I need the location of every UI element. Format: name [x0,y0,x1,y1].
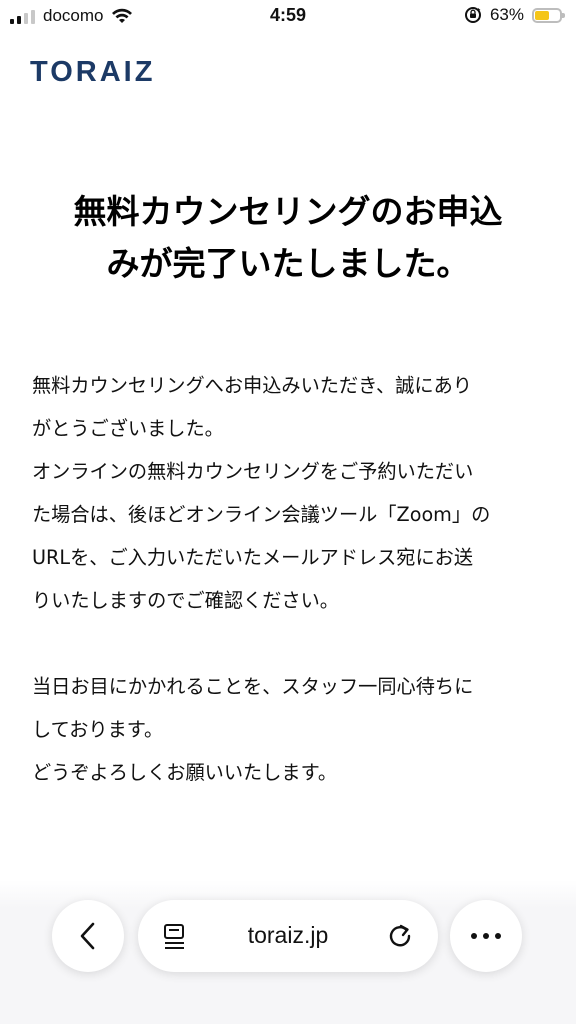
message-line: がとうございました。 [32,417,224,440]
message-line: りいたしますのでご確認ください。 [32,589,339,612]
message-line: 無料カウンセリングへお申込みいただき、誠にあり [32,374,472,397]
message-line: オンラインの無料カウンセリングをご予約いただい [32,460,474,483]
more-button[interactable] [450,900,522,972]
battery-fill [535,10,549,20]
page-title-line-2: みが完了いたしました。 [106,244,470,283]
more-icon [471,933,501,939]
back-button[interactable] [52,900,124,972]
battery-icon [532,7,565,23]
battery-percent: 63% [489,5,524,24]
message-line: どうぞよろしくお願いいたします。 [32,761,338,784]
message-body: 無料カウンセリングへお申込みいただき、誠にあり がとうございました。 オンライン… [32,364,540,794]
message-line: URLを、ご入力いただいたメールアドレス宛にお送 [32,546,474,569]
page-title: 無料カウンセリングのお申込 みが完了いたしました。 [30,186,546,290]
page-title-line-1: 無料カウンセリングのお申込 [73,192,503,231]
screen: docomo 4:59 63% TORAIZ 無料カウンセリングのお申込 みが完… [0,0,576,1024]
back-icon [80,922,95,950]
address-bar[interactable]: toraiz.jp [138,900,438,972]
message-line: しております。 [32,718,164,741]
status-bar: docomo 4:59 63% [0,0,576,34]
message-line: 当日お目にかかれることを、スタッフ一同心待ちに [32,675,474,698]
reload-icon[interactable] [386,922,414,950]
toraiz-logo[interactable]: TORAIZ [30,56,155,89]
rotation-lock-icon [464,7,481,23]
message-line: た場合は、後ほどオンライン会議ツール「Zoom」の [32,503,491,526]
status-right: 63% [464,5,565,25]
